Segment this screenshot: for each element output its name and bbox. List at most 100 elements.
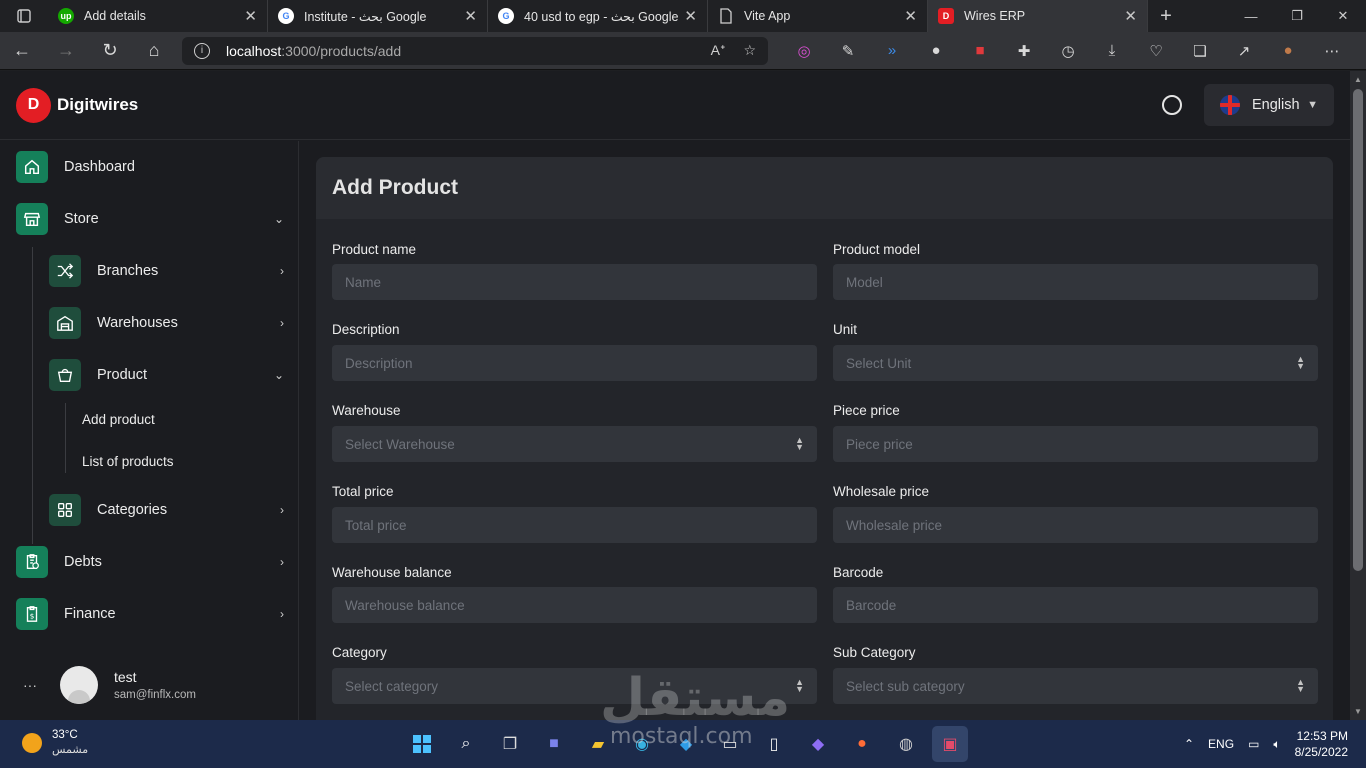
profile-avatar-icon[interactable]: ● xyxy=(1266,42,1310,60)
refresh-icon[interactable]: ↻ xyxy=(88,32,132,70)
weather-widget[interactable]: 33°C مشمس xyxy=(22,729,88,756)
tab-actions-icon[interactable] xyxy=(0,0,48,32)
red-extension-icon[interactable]: ■ xyxy=(958,42,1002,60)
language-selector[interactable]: English ▼ xyxy=(1204,84,1334,126)
browser-essentials-icon[interactable]: ♡ xyxy=(1134,42,1178,60)
sub-category-select[interactable]: Select sub category ▲ ▼ xyxy=(833,668,1318,704)
close-tab-icon[interactable]: ✕ xyxy=(244,7,257,25)
document-favicon-icon xyxy=(718,8,734,24)
sidebar-item-warehouses[interactable]: Warehouses › xyxy=(49,306,284,340)
sidebar-item-label: Categories xyxy=(97,502,168,518)
home-icon[interactable]: ⌂ xyxy=(132,32,176,70)
product-name-input[interactable]: Name xyxy=(332,264,817,300)
display-icon[interactable]: ▭ xyxy=(1248,737,1259,751)
color-picker-extension-icon[interactable]: ◎ xyxy=(782,42,826,60)
sidebar-item-finance[interactable]: $ Finance › xyxy=(16,597,284,631)
github-extension-icon[interactable]: ● xyxy=(914,42,958,60)
sidebar-item-dashboard[interactable]: Dashboard xyxy=(16,150,284,184)
teams-chat-icon[interactable]: ■ xyxy=(536,726,572,762)
more-menu-icon[interactable]: ⋯ xyxy=(1310,42,1354,60)
notepad-icon[interactable]: ▯ xyxy=(756,726,792,762)
postman-icon[interactable]: ● xyxy=(844,726,880,762)
chevron-right-icon: › xyxy=(280,555,284,569)
wholesale-price-input[interactable]: Wholesale price xyxy=(833,507,1318,543)
input-language[interactable]: ENG xyxy=(1208,737,1234,751)
chevron-down-icon: ⌄ xyxy=(273,368,284,382)
total-price-input[interactable]: Total price xyxy=(332,507,817,543)
scroll-down-icon[interactable]: ▼ xyxy=(1354,707,1362,716)
theme-toggle-sun-icon[interactable] xyxy=(1162,95,1182,115)
sidebar-item-list-of-products[interactable]: List of products xyxy=(82,454,174,469)
close-tab-icon[interactable]: ✕ xyxy=(464,7,477,25)
chevron-up-icon[interactable]: ⌃ xyxy=(1184,737,1194,751)
warehouse-select[interactable]: Select Warehouse ▲ ▼ xyxy=(332,426,817,462)
digitwires-logo-icon[interactable]: D xyxy=(16,87,51,123)
collections-icon[interactable]: ❏ xyxy=(1178,42,1222,60)
task-view-icon[interactable]: ❐ xyxy=(492,726,528,762)
user-profile[interactable]: ··· test sam@finflx.com xyxy=(0,660,299,710)
select-arrows-icon: ▲ ▼ xyxy=(795,677,804,694)
sidebar-item-label: Store xyxy=(64,211,99,227)
sidebar-item-label: Warehouses xyxy=(97,315,178,331)
read-aloud-icon[interactable]: Aᐩ xyxy=(711,42,726,59)
chevron-right-icon: › xyxy=(280,503,284,517)
close-tab-icon[interactable]: ✕ xyxy=(684,7,697,25)
browser-tab[interactable]: G 40 usd to egp - بحث Google ✕ xyxy=(488,0,708,32)
scroll-up-icon[interactable]: ▲ xyxy=(1354,75,1362,84)
back-icon[interactable]: ← xyxy=(0,32,44,70)
browser-tab[interactable]: G Institute - بحث Google ✕ xyxy=(268,0,488,32)
obsidian-icon[interactable]: ◆ xyxy=(800,726,836,762)
placeholder: Select sub category xyxy=(846,678,965,694)
piece-price-input[interactable]: Piece price xyxy=(833,426,1318,462)
edit-extension-icon[interactable]: ✎ xyxy=(826,42,870,60)
warehouse-balance-input[interactable]: Warehouse balance xyxy=(332,587,817,623)
category-label: Category xyxy=(332,645,387,660)
sidebar-item-store[interactable]: Store ⌄ xyxy=(16,202,284,236)
brand-name: Digitwires xyxy=(57,95,139,114)
downloads-icon[interactable]: ⤓ xyxy=(1090,42,1134,60)
browser-tab[interactable]: up Add details ✕ xyxy=(48,0,268,32)
description-input[interactable]: Description xyxy=(332,345,817,381)
close-tab-icon[interactable]: ✕ xyxy=(904,7,917,25)
page-scrollbar[interactable]: ▲ ▼ xyxy=(1350,71,1366,720)
sidebar-item-product[interactable]: Product ⌄ xyxy=(49,358,284,392)
windows-start-icon[interactable] xyxy=(404,726,440,762)
url-host: localhost xyxy=(226,42,282,59)
barcode-input[interactable]: Barcode xyxy=(833,587,1318,623)
share-icon[interactable]: ↗ xyxy=(1222,42,1266,60)
temperature: 33°C xyxy=(52,729,78,741)
browser-tab-active[interactable]: D Wires ERP ✕ xyxy=(928,0,1148,32)
search-icon[interactable]: ⌕ xyxy=(448,726,484,762)
site-info-icon[interactable]: i xyxy=(194,42,210,59)
obs-studio-icon[interactable]: ◍ xyxy=(888,726,924,762)
snipping-tool-icon[interactable]: ▣ xyxy=(932,726,968,762)
browser-tab[interactable]: Vite App ✕ xyxy=(708,0,928,32)
sidebar-item-branches[interactable]: Branches › xyxy=(49,254,284,288)
close-window-icon[interactable]: ✕ xyxy=(1320,0,1366,32)
url-input[interactable]: i localhost:3000/products/add Aᐩ ☆ xyxy=(182,36,768,65)
system-clock[interactable]: 12:53 PM 8/25/2022 xyxy=(1295,728,1348,760)
unit-select[interactable]: Select Unit ▲ ▼ xyxy=(833,345,1318,381)
new-tab-icon[interactable]: + xyxy=(1148,0,1184,32)
product-model-input[interactable]: Model xyxy=(833,264,1318,300)
forward-icon[interactable]: → xyxy=(44,32,88,70)
tab-title: Wires ERP xyxy=(964,9,1026,23)
sidebar-item-categories[interactable]: Categories › xyxy=(49,493,284,527)
mostaql-watermark-url: mostaql.com xyxy=(610,724,753,749)
placeholder: Select category xyxy=(345,678,439,694)
sidebar-item-label: Product xyxy=(97,367,147,383)
sidebar-item-debts[interactable]: Debts › xyxy=(16,545,284,579)
close-tab-icon[interactable]: ✕ xyxy=(1124,7,1137,25)
favorite-star-icon[interactable]: ☆ xyxy=(743,42,756,59)
history-icon[interactable]: ◷ xyxy=(1046,42,1090,60)
sidebar-item-add-product[interactable]: Add product xyxy=(82,412,155,427)
minimize-icon[interactable]: — xyxy=(1228,0,1274,32)
restore-icon[interactable]: ❐ xyxy=(1274,0,1320,32)
wholesale-price-label: Wholesale price xyxy=(833,484,930,499)
user-email: sam@finflx.com xyxy=(114,689,196,701)
scrollbar-thumb[interactable] xyxy=(1353,89,1363,571)
volume-icon[interactable]: 🔈︎ xyxy=(1273,737,1280,752)
more-options-icon[interactable]: ··· xyxy=(0,677,60,693)
extensions-puzzle-icon[interactable]: ✚ xyxy=(1002,42,1046,60)
power-automate-extension-icon[interactable]: » xyxy=(870,42,914,60)
